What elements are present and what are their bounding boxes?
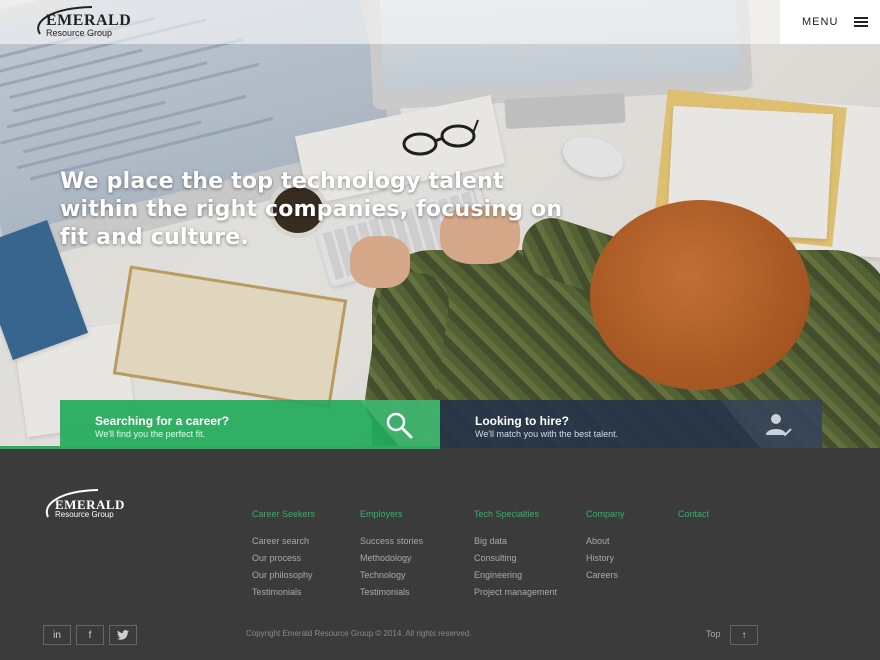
footer-column-employers: Employers Success stories Methodology Te…	[360, 509, 423, 604]
back-to-top-label[interactable]: Top	[706, 629, 721, 639]
footer-link[interactable]: Our process	[252, 553, 315, 570]
facebook-icon[interactable]: f	[76, 625, 104, 645]
cta-title: Searching for a career?	[95, 414, 230, 428]
magnifier-icon	[386, 412, 413, 439]
cta-subtitle: We'll find you the perfect fit.	[95, 429, 206, 439]
linkedin-icon[interactable]: in	[43, 625, 71, 645]
twitter-icon[interactable]	[109, 625, 137, 645]
footer-link[interactable]: Technology	[360, 570, 423, 587]
footer-column-title[interactable]: Company	[586, 509, 625, 519]
footer-column-title[interactable]: Employers	[360, 509, 423, 519]
cta-subtitle: We'll match you with the best talent.	[475, 429, 619, 439]
footer-link[interactable]: Methodology	[360, 553, 423, 570]
top-navigation-bar: EMERALD Resource Group MENU	[0, 0, 880, 44]
career-seekers-cta[interactable]: Searching for a career? We'll find you t…	[60, 400, 440, 448]
back-to-top-button[interactable]: ↑	[730, 625, 758, 645]
twitter-bird-icon	[117, 630, 129, 640]
hamburger-icon	[854, 17, 868, 27]
footer-column-career-seekers: Career Seekers Career search Our process…	[252, 509, 315, 604]
logo-subtitle: Resource Group	[55, 510, 114, 519]
hero-image: We place the top technology talent withi…	[0, 0, 880, 448]
menu-label: MENU	[802, 16, 839, 28]
footer-link[interactable]: Big data	[474, 536, 557, 553]
footer-link[interactable]: Testimonials	[360, 587, 423, 604]
footer-link[interactable]: Project management	[474, 587, 557, 604]
cta-title: Looking to hire?	[475, 414, 569, 428]
footer-column-company: Company About History Careers	[586, 509, 625, 587]
footer-link[interactable]: Testimonials	[252, 587, 315, 604]
footer-column-title[interactable]: Contact	[678, 509, 709, 519]
footer-link[interactable]: Success stories	[360, 536, 423, 553]
footer-link[interactable]: History	[586, 553, 625, 570]
copyright-text: Copyright Emerald Resource Group © 2014.…	[246, 629, 472, 638]
footer-column-contact: Contact	[678, 509, 709, 536]
footer-link[interactable]: Careers	[586, 570, 625, 587]
footer-link[interactable]: About	[586, 536, 625, 553]
menu-button[interactable]: MENU	[780, 0, 880, 44]
footer-link[interactable]: Career search	[252, 536, 315, 553]
footer-logo[interactable]: EMERALD Resource Group	[42, 487, 142, 521]
employers-cta[interactable]: Looking to hire? We'll match you with th…	[440, 400, 822, 448]
footer-link[interactable]: Consulting	[474, 553, 557, 570]
logo-subtitle: Resource Group	[46, 28, 113, 38]
footer: EMERALD Resource Group Career Seekers Ca…	[0, 449, 880, 660]
person-check-icon	[766, 414, 792, 437]
footer-link[interactable]: Our philosophy	[252, 570, 315, 587]
footer-link[interactable]: Engineering	[474, 570, 557, 587]
hero-headline: We place the top technology talent withi…	[60, 169, 563, 250]
footer-column-title[interactable]: Career Seekers	[252, 509, 315, 519]
logo[interactable]: EMERALD Resource Group	[32, 4, 132, 40]
footer-column-tech-specialties: Tech Specialties Big data Consulting Eng…	[474, 509, 557, 604]
footer-column-title[interactable]: Tech Specialties	[474, 509, 557, 519]
